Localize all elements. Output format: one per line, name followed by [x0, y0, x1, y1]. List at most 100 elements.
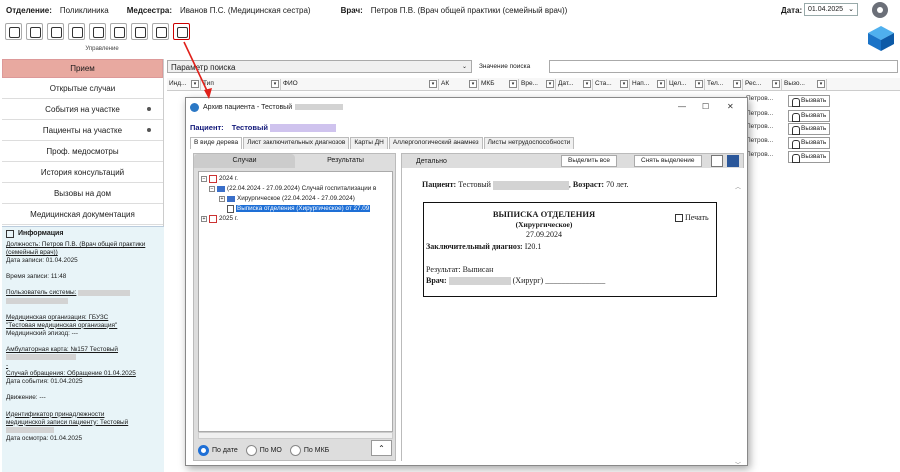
deselect-button[interactable]: Снять выделение: [634, 155, 702, 167]
archive-box-button[interactable]: [131, 23, 148, 40]
row-doctor: Петров...: [746, 151, 774, 158]
filter-icon[interactable]: ▾: [271, 80, 279, 88]
expand-icon[interactable]: +: [201, 215, 207, 222]
expand-icon[interactable]: +: [219, 195, 225, 202]
sidebar-item-medical-docs[interactable]: Медицинская документация: [2, 204, 163, 225]
column-header[interactable]: Рес... ▾: [743, 79, 782, 90]
radio-by-mkb[interactable]: По МКБ: [289, 444, 329, 456]
printer-icon[interactable]: [711, 155, 723, 167]
radio-by-mo[interactable]: По МО: [245, 444, 282, 456]
horizontal-scrollbar[interactable]: [198, 432, 393, 439]
info-org-line1[interactable]: Медицинская организация: ГБУЗС: [6, 314, 160, 322]
chevron-up-icon[interactable]: ︿: [735, 182, 741, 191]
filter-icon[interactable]: ▾: [620, 80, 628, 88]
call-button[interactable]: Вызвать: [788, 95, 830, 107]
collapse-icon[interactable]: −: [209, 185, 215, 192]
patients-button[interactable]: [47, 23, 64, 40]
column-header[interactable]: Вызо... ▾: [782, 79, 827, 90]
filter-icon[interactable]: ▾: [657, 80, 665, 88]
patient-button[interactable]: [5, 23, 22, 40]
column-header[interactable]: Дат... ▾: [556, 79, 593, 90]
sidebar-item-label: Пациенты на участке: [42, 125, 123, 135]
info-record-date: Дата записи: 01.04.2025: [6, 257, 78, 265]
edit-document-button[interactable]: [68, 23, 85, 40]
vertical-scrollbar[interactable]: ︿ ﹀: [735, 182, 743, 472]
tab-sick-leave[interactable]: Листы нетрудоспособности: [483, 137, 575, 149]
select-all-button[interactable]: Выделить все: [561, 155, 618, 167]
tab-final-diagnoses[interactable]: Лист заключительных диагнозов: [243, 137, 350, 149]
sidebar-item-district-events[interactable]: События на участке: [2, 99, 163, 120]
minimize-icon[interactable]: —: [678, 102, 686, 111]
tab-dn-cards[interactable]: Карты ДН: [350, 137, 388, 149]
filter-icon[interactable]: ▾: [546, 80, 554, 88]
tab-tree-view[interactable]: В виде дерева: [190, 137, 243, 149]
column-header[interactable]: Ста... ▾: [593, 79, 630, 90]
filter-icon[interactable]: ▾: [429, 80, 437, 88]
call-button[interactable]: Вызвать: [788, 151, 830, 163]
filter-icon[interactable]: ▾: [695, 80, 703, 88]
date-picker[interactable]: 01.04.2025 ⌄: [804, 3, 858, 16]
info-ident-line2[interactable]: медицинской записи пациенту: Тестовый: [6, 419, 160, 427]
doc-title: ВЫПИСКА ОТДЕЛЕНИЯ: [492, 209, 596, 219]
subtab-cases[interactable]: Случаи: [194, 154, 295, 168]
schedule-button[interactable]: [89, 23, 106, 40]
document-add-button[interactable]: [26, 23, 43, 40]
call-button[interactable]: Вызвать: [788, 137, 830, 149]
discharge-document: ВЫПИСКА ОТДЕЛЕНИЯ (Хирургическое) 27.09.…: [423, 202, 717, 297]
tree-node-year[interactable]: − 2024 г.: [201, 174, 238, 183]
subtab-results[interactable]: Результаты: [295, 154, 396, 168]
column-header[interactable]: Инд... ▾: [167, 79, 201, 90]
column-header[interactable]: АК ▾: [439, 79, 479, 90]
sidebar-item-open-cases[interactable]: Открытые случаи: [2, 78, 163, 99]
search-value-input[interactable]: [549, 60, 898, 73]
window-title: Архив пациента - Тестовый: [203, 103, 293, 111]
info-card[interactable]: Амбулаторная карта: №157 Тестовый: [6, 346, 118, 353]
call-button[interactable]: Вызвать: [788, 110, 830, 122]
column-header[interactable]: Тел... ▾: [705, 79, 743, 90]
info-org-line2[interactable]: "Тестовая медицинская организация": [6, 322, 160, 330]
chevron-up-icon[interactable]: ⌃: [371, 440, 392, 456]
gear-icon[interactable]: [872, 2, 888, 18]
sidebar-item-district-patients[interactable]: Пациенты на участке: [2, 120, 163, 141]
info-system-user[interactable]: Пользователь системы:: [6, 289, 76, 296]
filter-icon[interactable]: ▾: [733, 80, 741, 88]
tree-node-department[interactable]: + Хирургическое (22.04.2024 - 27.09.2024…: [219, 194, 355, 203]
call-button[interactable]: Вызвать: [788, 123, 830, 135]
column-header[interactable]: Цел... ▾: [667, 79, 705, 90]
column-header[interactable]: ФИО ▾: [281, 79, 439, 90]
search-param-select[interactable]: Параметр поиска ⌄: [167, 60, 472, 73]
tab-allergy-history[interactable]: Аллергологический анамнез: [388, 137, 483, 149]
checkbox-icon: [675, 213, 683, 222]
archive-button[interactable]: [173, 23, 190, 40]
filter-icon[interactable]: ▾: [509, 80, 517, 88]
filter-icon[interactable]: ▾: [772, 80, 780, 88]
chevron-down-icon[interactable]: ﹀: [735, 460, 741, 469]
filter-icon[interactable]: ▾: [469, 80, 477, 88]
collapse-icon[interactable]: −: [201, 175, 207, 182]
column-header[interactable]: Нап... ▾: [630, 79, 667, 90]
calendar-button[interactable]: [152, 23, 169, 40]
column-header[interactable]: МКБ ▾: [479, 79, 519, 90]
word-export-icon[interactable]: [727, 155, 739, 167]
column-header[interactable]: Тип ▾: [201, 79, 281, 90]
filter-icon[interactable]: ▾: [817, 80, 825, 88]
print-checkbox[interactable]: Печать: [675, 213, 709, 222]
tree-node-year[interactable]: + 2025 г.: [201, 214, 238, 223]
sidebar-header[interactable]: Прием: [2, 59, 163, 78]
sidebar-item-home-calls[interactable]: Вызовы на дом: [2, 183, 163, 204]
visit-button[interactable]: [110, 23, 127, 40]
tree-node-case[interactable]: − (22.04.2024 - 27.09.2024) Случай госпи…: [209, 184, 376, 193]
filter-icon[interactable]: ▾: [191, 80, 199, 88]
maximize-icon[interactable]: ☐: [702, 102, 709, 111]
window-titlebar[interactable]: Архив пациента - Тестовый: [186, 98, 747, 116]
filter-icon[interactable]: ▾: [583, 80, 591, 88]
tree-node-document[interactable]: Выписка отделения (Хирургическое) от 27.…: [227, 204, 371, 213]
info-position[interactable]: Должность: Петров П.В. (Врач общей практ…: [6, 241, 160, 257]
radio-by-date[interactable]: По дате: [198, 444, 238, 456]
patient-name: Тестовый: [231, 123, 268, 132]
info-ident-line1[interactable]: Идентификатор принадлежности: [6, 411, 160, 419]
sidebar-item-checkups[interactable]: Проф. медосмотры: [2, 141, 163, 162]
column-header[interactable]: Вре... ▾: [519, 79, 556, 90]
sidebar-item-consultations[interactable]: История консультаций: [2, 162, 163, 183]
close-icon[interactable]: ✕: [727, 102, 734, 111]
